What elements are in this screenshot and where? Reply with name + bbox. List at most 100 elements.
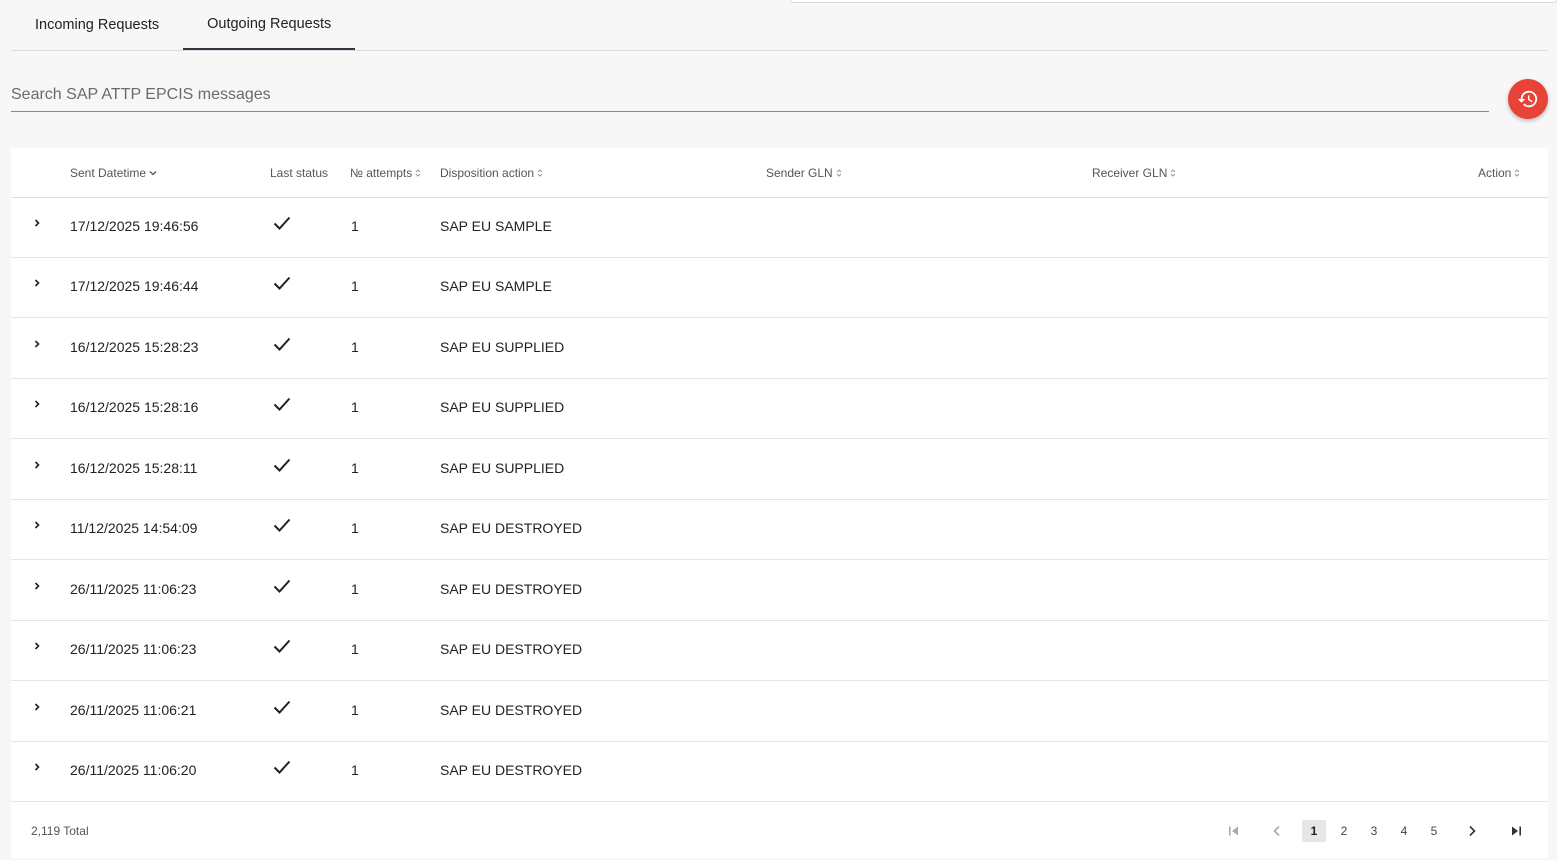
first-page-icon: [1227, 824, 1241, 838]
expand-row-chevron-icon[interactable]: [33, 318, 41, 376]
table-row[interactable]: 26/11/2025 11:06:23 1 SAP EU DESTROYED: [11, 560, 1548, 621]
column-label: Last status: [270, 165, 329, 180]
cell-disposition-action: SAP EU SUPPLIED: [440, 399, 565, 415]
page-button-4[interactable]: 4: [1393, 820, 1415, 842]
table-row[interactable]: 26/11/2025 11:06:23 1 SAP EU DESTROYED: [11, 620, 1548, 681]
cell-sent-datetime: 16/12/2025 15:28:11: [70, 460, 198, 476]
cell-attempts: 1: [351, 460, 359, 476]
cell-sent-datetime: 26/11/2025 11:06:21: [70, 702, 197, 718]
column-label: Action: [1478, 165, 1512, 180]
expand-row-chevron-icon[interactable]: [33, 378, 41, 436]
cell-disposition-action: SAP EU SUPPLIED: [440, 460, 565, 476]
expand-row-chevron-icon[interactable]: [33, 741, 41, 799]
table-row[interactable]: 16/12/2025 15:28:11 1 SAP EU SUPPLIED: [11, 439, 1548, 500]
cell-sent-datetime: 17/12/2025 19:46:44: [70, 278, 199, 294]
cell-attempts: 1: [351, 581, 359, 597]
tab-outgoing-requests[interactable]: Outgoing Requests: [183, 0, 356, 50]
cell-attempts: 1: [351, 762, 359, 778]
column-header-receiver-gln[interactable]: Receiver GLN: [1092, 148, 1176, 197]
column-label: № attempts: [350, 165, 413, 180]
check-icon: [272, 499, 292, 557]
sort-desc-icon: [149, 169, 157, 177]
cell-disposition-action: SAP EU DESTROYED: [440, 762, 583, 778]
expand-row-chevron-icon[interactable]: [33, 439, 41, 497]
total-count: 2,119 Total: [31, 823, 89, 838]
cell-sent-datetime: 26/11/2025 11:06:23: [70, 641, 197, 657]
check-icon: [272, 439, 292, 497]
cell-attempts: 1: [351, 702, 359, 718]
cell-sent-datetime: 16/12/2025 15:28:16: [70, 399, 199, 415]
expand-row-chevron-icon[interactable]: [33, 197, 41, 255]
cell-sent-datetime: 26/11/2025 11:06:23: [70, 581, 197, 597]
expand-row-chevron-icon[interactable]: [33, 499, 41, 557]
table-row[interactable]: 16/12/2025 15:28:23 1 SAP EU SUPPLIED: [11, 318, 1548, 379]
column-header-attempts[interactable]: № attempts: [350, 148, 421, 197]
cell-attempts: 1: [351, 278, 359, 294]
table-row[interactable]: 17/12/2025 19:46:44 1 SAP EU SAMPLE: [11, 257, 1548, 318]
column-label: Sender GLN: [766, 165, 833, 180]
history-button[interactable]: [1508, 79, 1548, 119]
check-icon: [272, 378, 292, 436]
table-row[interactable]: 26/11/2025 11:06:21 1 SAP EU DESTROYED: [11, 681, 1548, 742]
check-icon: [272, 318, 292, 376]
check-icon: [272, 620, 292, 678]
last-page-icon: [1509, 824, 1523, 838]
table-row[interactable]: 26/11/2025 11:06:20 1 SAP EU DESTROYED: [11, 741, 1548, 802]
table-row[interactable]: 16/12/2025 15:28:16 1 SAP EU SUPPLIED: [11, 378, 1548, 439]
column-header-sent-datetime[interactable]: Sent Datetime: [70, 148, 157, 197]
check-icon: [272, 741, 292, 799]
column-header-disposition-action[interactable]: Disposition action: [440, 148, 543, 197]
sort-icon: [836, 168, 842, 178]
column-label: Disposition action: [440, 165, 535, 180]
expand-row-chevron-icon[interactable]: [33, 681, 41, 739]
cell-attempts: 1: [351, 520, 359, 536]
cell-attempts: 1: [351, 218, 359, 234]
prev-page-button[interactable]: [1266, 820, 1288, 842]
cell-attempts: 1: [351, 339, 359, 355]
cell-disposition-action: SAP EU DESTROYED: [440, 520, 583, 536]
cell-disposition-action: SAP EU SAMPLE: [440, 218, 552, 234]
tab-incoming-requests[interactable]: Incoming Requests: [11, 0, 183, 50]
chevron-right-icon: [1466, 825, 1478, 837]
cell-sent-datetime: 11/12/2025 14:54:09: [70, 520, 198, 536]
sort-icon: [1514, 168, 1520, 178]
page-button-1[interactable]: 1: [1302, 820, 1326, 842]
sort-icon: [1170, 168, 1176, 178]
cell-sent-datetime: 26/11/2025 11:06:20: [70, 762, 197, 778]
cell-disposition-action: SAP EU DESTROYED: [440, 702, 583, 718]
search-field: [11, 80, 1489, 112]
cell-disposition-action: SAP EU DESTROYED: [440, 581, 583, 597]
sort-icon: [537, 168, 543, 178]
page-button-5[interactable]: 5: [1423, 820, 1445, 842]
table-row[interactable]: 11/12/2025 14:54:09 1 SAP EU DESTROYED: [11, 499, 1548, 560]
cell-attempts: 1: [351, 641, 359, 657]
chevron-left-icon: [1271, 825, 1283, 837]
request-tabs: Incoming Requests Outgoing Requests: [11, 0, 1548, 51]
last-page-button[interactable]: [1505, 820, 1527, 842]
next-page-button[interactable]: [1461, 820, 1483, 842]
search-input[interactable]: [11, 80, 1489, 110]
expand-row-chevron-icon[interactable]: [33, 257, 41, 315]
column-header-last-status[interactable]: Last status: [270, 148, 328, 197]
cell-sent-datetime: 17/12/2025 19:46:56: [70, 218, 199, 234]
cell-disposition-action: SAP EU SUPPLIED: [440, 339, 565, 355]
column-header-action[interactable]: Action: [1478, 148, 1520, 197]
table-header: Sent Datetime Last status № attempts Dis…: [11, 148, 1548, 198]
check-icon: [272, 560, 292, 618]
column-label: Receiver GLN: [1092, 165, 1168, 180]
page-button-2[interactable]: 2: [1333, 820, 1355, 842]
check-icon: [272, 257, 292, 315]
cell-disposition-action: SAP EU DESTROYED: [440, 641, 583, 657]
sort-icon: [415, 168, 421, 178]
cell-sent-datetime: 16/12/2025 15:28:23: [70, 339, 199, 355]
table-row[interactable]: 17/12/2025 19:46:56 1 SAP EU SAMPLE: [11, 197, 1548, 258]
first-page-button[interactable]: [1223, 820, 1245, 842]
column-label: Sent Datetime: [70, 165, 147, 180]
expand-row-chevron-icon[interactable]: [33, 620, 41, 678]
column-header-sender-gln[interactable]: Sender GLN: [766, 148, 842, 197]
cell-attempts: 1: [351, 399, 359, 415]
expand-row-chevron-icon[interactable]: [33, 560, 41, 618]
page-button-3[interactable]: 3: [1363, 820, 1385, 842]
history-icon: [1517, 88, 1539, 110]
cell-disposition-action: SAP EU SAMPLE: [440, 278, 552, 294]
